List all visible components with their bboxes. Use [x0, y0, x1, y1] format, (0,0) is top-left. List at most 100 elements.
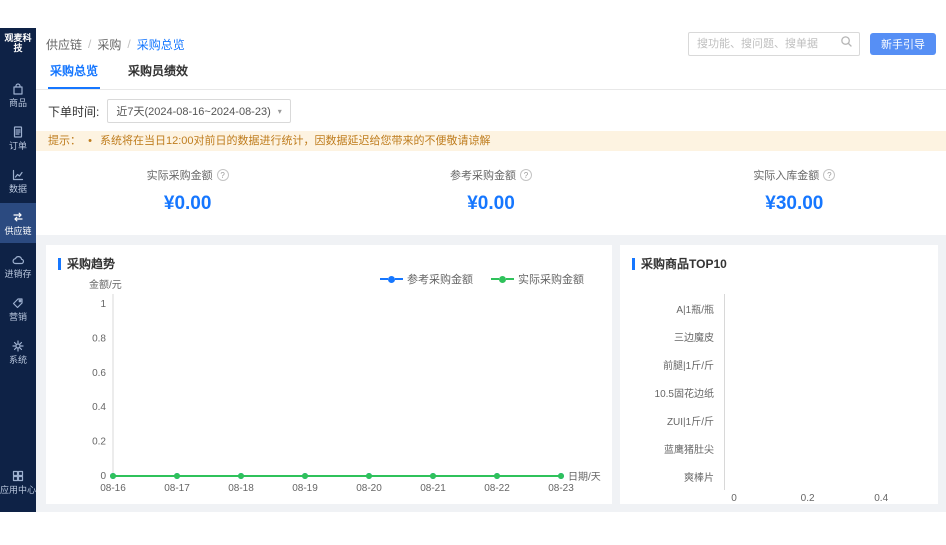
- stat-actual-purchase-amount: 实际采购金额 ? ¥0.00: [36, 167, 339, 215]
- top-right-actions: 新手引导: [688, 32, 936, 56]
- stat-value: ¥30.00: [643, 193, 946, 215]
- bar-row: 爽棒片: [632, 462, 928, 490]
- box-icon: [11, 82, 25, 96]
- sidebar-item-label: 应用中心: [0, 486, 36, 496]
- y-tick-label: 0.4: [92, 402, 106, 413]
- data-point: [110, 473, 116, 479]
- sidebar-item-supply-chain[interactable]: 供应链: [0, 203, 36, 243]
- x-tick-label: 0.2: [801, 493, 815, 504]
- purchase-trend-panel: 采购趋势 参考采购金额实际采购金额 00.20.40.60.8108-1608-…: [46, 245, 612, 504]
- bar-row: 蓝鹰猪肚尖: [632, 434, 928, 462]
- sidebar-item-label: 供应链: [4, 227, 31, 237]
- apps-icon: [11, 469, 25, 483]
- app-window: 观麦科技 商品订单数据供应链进销存营销系统 应用中心 供应链 / 采购 / 采购…: [0, 28, 946, 512]
- sidebar-item-system[interactable]: 系统: [0, 332, 36, 372]
- y-tick-label: 0.2: [92, 437, 106, 448]
- breadcrumb-item-supply-chain[interactable]: 供应链: [46, 36, 82, 53]
- breadcrumb-separator: /: [127, 37, 130, 51]
- tab-buyer-performance[interactable]: 采购员绩效: [126, 62, 190, 89]
- main-area: 供应链 / 采购 / 采购总览 新手引导 采购总览: [36, 28, 946, 512]
- sidebar-item-label: 营销: [9, 313, 27, 323]
- title-accent-bar: [632, 258, 635, 270]
- bar-category-label: 10.5固花边纸: [632, 385, 724, 400]
- bar-category-label: ZUI|1斤/斤: [632, 413, 724, 428]
- bar-row: ZUI|1斤/斤: [632, 406, 928, 434]
- sidebar-item-app-center[interactable]: 应用中心: [0, 462, 36, 502]
- breadcrumb-item-current: 采购总览: [137, 36, 185, 53]
- filter-row: 下单时间: 近7天(2024-08-16~2024-08-23) ▾: [36, 90, 946, 131]
- bar-track: [724, 322, 928, 350]
- sidebar-item-marketing[interactable]: 营销: [0, 289, 36, 329]
- global-search[interactable]: [688, 32, 860, 56]
- legend-marker: [491, 276, 514, 283]
- data-point: [366, 473, 372, 479]
- data-point: [302, 473, 308, 479]
- sidebar-item-inventory[interactable]: 进销存: [0, 246, 36, 286]
- bar-category-label: A|1瓶/瓶: [632, 301, 724, 316]
- bar-track: [724, 406, 928, 434]
- order-icon: [11, 125, 25, 139]
- bar-category-label: 爽棒片: [632, 469, 724, 484]
- chart-legend: 参考采购金额 实际采购金额: [380, 271, 584, 287]
- bar-category-label: 蓝鹰猪肚尖: [632, 441, 724, 456]
- y-tick-label: 0: [100, 471, 106, 482]
- bar-track: [724, 378, 928, 406]
- bar-category-label: 三边魔皮: [632, 329, 724, 344]
- legend-label: 实际采购金额: [518, 271, 584, 287]
- bar-track: [724, 294, 928, 322]
- top10-bar-chart: A|1瓶/瓶三边魔皮前腿|1斤/斤 10.5固花边纸 ZUI|1斤/斤蓝鹰猪肚尖爽棒…: [620, 276, 938, 504]
- date-range-select[interactable]: 近7天(2024-08-16~2024-08-23) ▾: [107, 99, 290, 123]
- stat-value: ¥0.00: [339, 193, 642, 215]
- sidebar-item-data[interactable]: 数据: [0, 161, 36, 201]
- y-axis-title: 金额/元: [89, 278, 122, 291]
- data-point: [174, 473, 180, 479]
- x-tick-label: 08-22: [484, 483, 510, 494]
- newbie-guide-button[interactable]: 新手引导: [870, 33, 936, 55]
- bar-track: [724, 462, 928, 490]
- tab-bar: 采购总览 采购员绩效: [36, 60, 946, 90]
- bar-track: [724, 350, 928, 378]
- x-tick-label: 08-18: [228, 483, 254, 494]
- breadcrumb: 供应链 / 采购 / 采购总览: [46, 36, 185, 53]
- bar-category-label: 前腿|1斤/斤: [632, 357, 724, 372]
- stat-label: 实际采购金额: [147, 167, 213, 183]
- sidebar-item-goods[interactable]: 商品: [0, 75, 36, 115]
- x-axis-title: 日期/天: [568, 471, 601, 483]
- y-tick-label: 1: [100, 299, 106, 310]
- tab-procurement-overview[interactable]: 采购总览: [48, 62, 100, 89]
- legend-item-0[interactable]: 参考采购金额: [380, 271, 473, 287]
- search-icon[interactable]: [840, 35, 853, 53]
- legend-label: 参考采购金额: [407, 271, 473, 287]
- sidebar-item-label: 数据: [9, 185, 27, 195]
- sidebar: 观麦科技 商品订单数据供应链进销存营销系统 应用中心: [0, 28, 36, 512]
- sidebar-item-label: 进销存: [4, 270, 31, 280]
- x-tick-label: 08-21: [420, 483, 446, 494]
- trend-line-chart: 00.20.40.60.8108-1608-1708-1808-1908-200…: [46, 276, 606, 504]
- breadcrumb-item-procurement[interactable]: 采购: [97, 36, 121, 53]
- sidebar-item-orders[interactable]: 订单: [0, 118, 36, 158]
- notice-text: 系统将在当日12:00对前日的数据进行统计，因数据延迟给您带来的不便敬请谅解: [100, 135, 491, 147]
- order-time-label: 下单时间:: [48, 103, 99, 120]
- sidebar-item-label: 系统: [9, 356, 27, 366]
- info-icon[interactable]: ?: [823, 169, 835, 181]
- sidebar-bottom: 应用中心: [0, 459, 36, 512]
- top10-panel-title: 采购商品TOP10: [641, 255, 727, 272]
- x-tick-label: 08-23: [548, 483, 574, 494]
- info-icon[interactable]: ?: [520, 169, 532, 181]
- app-logo: 观麦科技: [0, 28, 36, 58]
- supply-icon: [11, 210, 25, 224]
- data-point: [238, 473, 244, 479]
- date-range-value: 近7天(2024-08-16~2024-08-23): [116, 103, 270, 119]
- title-accent-bar: [58, 258, 61, 270]
- legend-item-1[interactable]: 实际采购金额: [491, 271, 584, 287]
- info-icon[interactable]: ?: [217, 169, 229, 181]
- x-tick-label: 08-20: [356, 483, 382, 494]
- data-point: [558, 473, 564, 479]
- data-point: [494, 473, 500, 479]
- top-bar: 供应链 / 采购 / 采购总览 新手引导: [36, 28, 946, 60]
- x-tick-label: 08-19: [292, 483, 318, 494]
- stat-reference-purchase-amount: 参考采购金额 ? ¥0.00: [339, 167, 642, 215]
- search-input[interactable]: [695, 37, 840, 51]
- x-tick-label: 0: [731, 493, 737, 504]
- stat-actual-inbound-amount: 实际入库金额 ? ¥30.00: [643, 167, 946, 215]
